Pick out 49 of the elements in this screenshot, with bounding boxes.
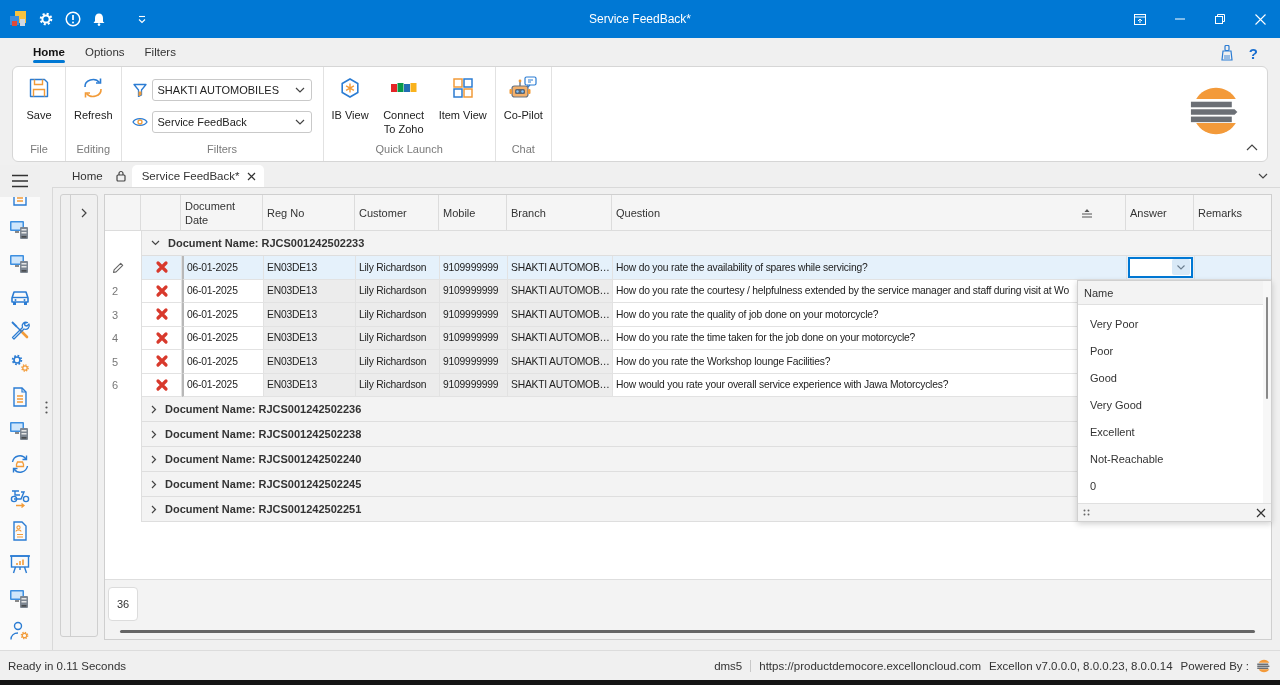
table-cell: Lily Richardson [356,350,440,374]
status-text: Ready in 0.11 Seconds [8,659,127,672]
row-number: 6 [112,379,119,392]
row-number: 5 [112,355,119,368]
table-cell: Lily Richardson [356,373,440,397]
group-title: Document Name: RJCS001242502236 [165,403,362,415]
window-title: Service FeedBack* [588,12,691,26]
table-cell: SHAKTI AUTOMOB… [508,303,613,327]
table-cell: Lily Richardson [356,326,440,350]
list-header: Name [1078,281,1263,305]
group-title: Document Name: RJCS001242502233 [168,237,365,249]
table-cell: Lily Richardson [356,279,440,303]
table-cell: EN03DE13 [264,256,356,280]
table-cell: SHAKTI AUTOMOB… [508,256,613,280]
row-number: 2 [112,285,119,298]
table-cell: 9109999999 [440,350,508,374]
status-item: Powered By : [1180,659,1249,672]
group-label: File [29,142,49,157]
group-title: Document Name: RJCS001242502240 [165,453,362,465]
group-title: Document Name: RJCS001242502251 [165,503,362,515]
status-item: https://productdemocore.excelloncloud.com [759,659,982,672]
table-cell: EN03DE13 [264,303,356,327]
table-cell: SHAKTI AUTOMOB… [508,279,613,303]
status-item: Excellon v7.0.0.0, 8.0.0.23, 8.0.0.14 [989,659,1173,672]
table-cell: How do you rate the availability of spares while servicing? [613,256,1127,280]
table-cell: EN03DE13 [264,326,356,350]
row-number: 3 [112,308,119,321]
group-label: Editing [75,142,112,157]
table-cell: Lily Richardson [356,303,440,327]
table-cell: EN03DE13 [264,373,356,397]
table-cell: SHAKTI AUTOMOB… [508,350,613,374]
group-label: Quick Launch [374,142,444,157]
table-cell: SHAKTI AUTOMOB… [508,326,613,350]
group-title: Document Name: RJCS001242502245 [165,478,362,490]
group-label: Filters [206,142,238,157]
record-count: 36 [108,586,138,621]
row-number: 4 [112,332,119,345]
table-cell: EN03DE13 [264,350,356,374]
group-title: Document Name: RJCS001242502238 [165,428,362,440]
table-cell: EN03DE13 [264,279,356,303]
table-cell: 9109999999 [440,373,508,397]
table-cell: 9109999999 [440,303,508,327]
status-item: dms5 [714,659,752,672]
table-cell: Lily Richardson [356,256,440,280]
table-cell: 9109999999 [440,279,508,303]
table-cell: 9109999999 [440,256,508,280]
table-cell: 9109999999 [440,326,508,350]
group-label: Chat [510,142,536,157]
table-cell: SHAKTI AUTOMOB… [508,373,613,397]
